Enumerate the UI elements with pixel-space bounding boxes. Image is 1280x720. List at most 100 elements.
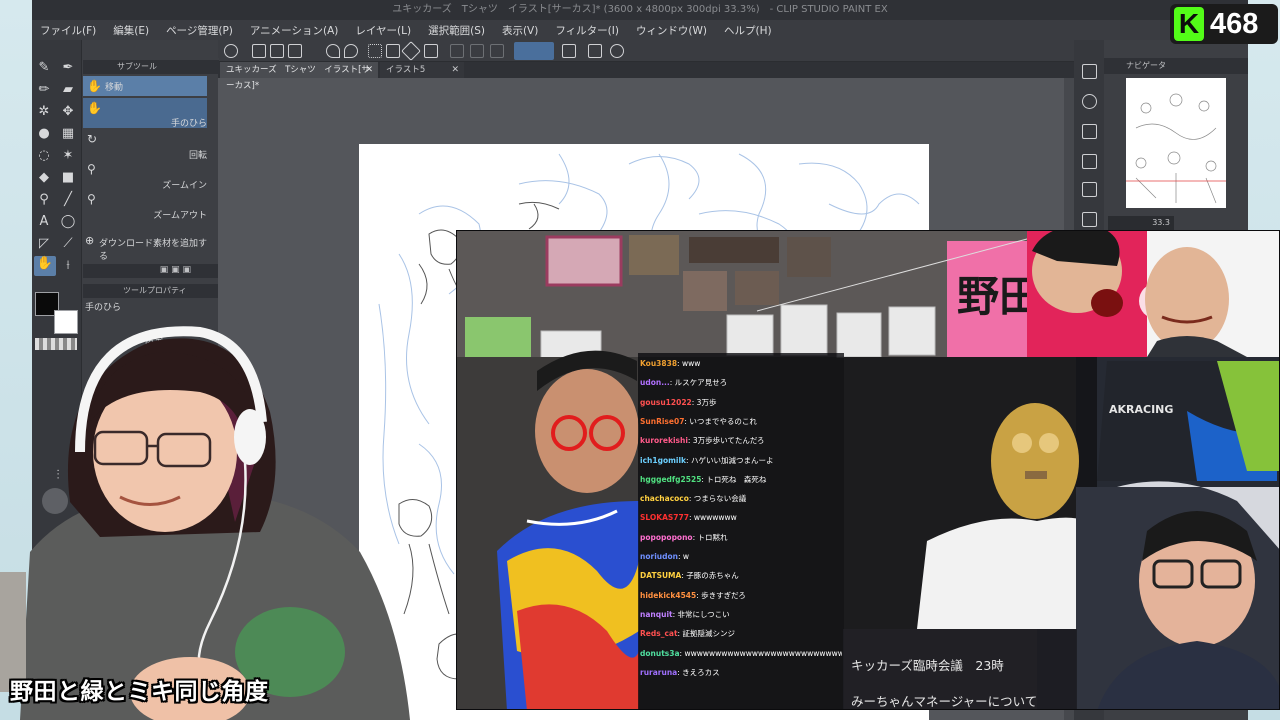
hand-icon: ✋ xyxy=(87,79,102,93)
chat-username: Kou3838 xyxy=(640,359,678,368)
magnifier-icon: ⚲ xyxy=(87,162,96,176)
menu-edit[interactable]: 編集(E) xyxy=(113,23,149,38)
panel-icon[interactable] xyxy=(1082,64,1097,79)
panel-icon[interactable] xyxy=(1082,124,1097,139)
hand-tool-icon[interactable]: ✋ xyxy=(34,256,56,276)
save-icon[interactable] xyxy=(288,44,302,58)
chat-message: udon...: ルスケア見せろ xyxy=(640,374,842,392)
command-bar xyxy=(218,40,1104,62)
chat-message: Reds_cat: 証拠隠滅シンジ xyxy=(640,625,842,643)
chat-text: : つまらない会議 xyxy=(688,494,747,504)
menu-layer[interactable]: レイヤー(L) xyxy=(355,23,411,38)
ruler-icon[interactable]: ⟋ xyxy=(60,236,76,252)
chat-message: hgggedfg2525: トロ死ね 森死ね xyxy=(640,471,842,489)
blend-icon[interactable]: ● xyxy=(36,126,52,142)
chat-text: : 子豚の赤ちゃん xyxy=(681,571,739,581)
subtool-panel-title: サブツール xyxy=(83,60,219,74)
text-icon[interactable]: A xyxy=(36,214,52,230)
chat-username: ich1gomilk xyxy=(640,455,687,465)
chat-username: gousu12022 xyxy=(640,397,692,407)
tab-tshirt-illustration[interactable]: ユキッカーズ Tシャツ イラスト[サーカス]* ✕ xyxy=(220,62,378,91)
menu-view[interactable]: 表示(V) xyxy=(502,23,538,38)
document-tabs: ユキッカーズ Tシャツ イラスト[サーカス]* ✕ イラスト5 ✕ xyxy=(218,62,1074,91)
chat-text: : ルスケア見せろ xyxy=(669,378,728,388)
frame-icon[interactable]: ◸ xyxy=(36,236,52,252)
chat-username: popopopono xyxy=(640,532,693,542)
move-layer-icon[interactable]: ✥ xyxy=(60,104,76,120)
tab-illustration5[interactable]: イラスト5 ✕ xyxy=(380,62,464,78)
undo-icon[interactable] xyxy=(326,44,340,58)
snap-toggle-group[interactable] xyxy=(514,42,554,60)
help-icon[interactable] xyxy=(610,44,624,58)
eyedropper-icon[interactable]: ⟊ xyxy=(60,258,76,274)
grid-icon[interactable]: ▦ xyxy=(60,126,76,142)
tool-property-name: 手のひら xyxy=(85,303,122,313)
clear-icon[interactable] xyxy=(386,44,400,58)
close-tab-icon[interactable]: ✕ xyxy=(365,62,373,78)
pencil-icon[interactable]: ✏ xyxy=(36,82,52,98)
subtool-zoom-out[interactable]: ⚲ ズームアウト xyxy=(83,190,207,221)
menu-filter[interactable]: フィルター(I) xyxy=(555,23,619,38)
close-tab-icon[interactable]: ✕ xyxy=(451,62,459,78)
transform-icon[interactable] xyxy=(424,44,438,58)
add-downloaded-material-button[interactable]: ⊕ ダウンロード素材を追加する xyxy=(83,234,207,262)
deselect-icon[interactable] xyxy=(450,44,464,58)
pen-icon[interactable]: ✎ xyxy=(36,60,52,76)
subtool-hand[interactable]: ✋ 手のひら xyxy=(83,98,207,129)
menu-window[interactable]: ウィンドウ(W) xyxy=(636,23,707,38)
subtool-menu-icons[interactable]: ▣ ▣ ▣ xyxy=(160,265,191,275)
fill-icon[interactable] xyxy=(401,41,421,61)
chat-text: : トロ黙れ xyxy=(692,532,728,542)
meeting-info-box: キッカーズ臨時会議 23時 みーちゃんマネージャーについて xyxy=(843,629,1077,709)
clip-studio-icon[interactable] xyxy=(224,44,238,58)
show-selection-icon[interactable] xyxy=(490,44,504,58)
chat-username: SLOKAS777 xyxy=(640,513,689,523)
subtool-move[interactable]: ✋ 移動 xyxy=(83,76,207,96)
lasso-icon[interactable]: ◌ xyxy=(36,148,52,164)
chat-text: : w xyxy=(677,552,690,561)
new-file-icon[interactable] xyxy=(252,44,266,58)
gradient-icon[interactable]: ■ xyxy=(60,170,76,186)
panel-icon[interactable] xyxy=(1082,154,1097,169)
decoration-icon[interactable]: ✲ xyxy=(36,104,52,120)
navigator-thumbnail[interactable] xyxy=(1126,78,1226,208)
navigator-zoom-field[interactable]: 33.3 xyxy=(1108,216,1174,230)
line-icon[interactable]: ╱ xyxy=(60,192,76,208)
magic-wand-icon[interactable]: ✶ xyxy=(60,148,76,164)
stream-frame: ユキッカーズ Tシャツ イラスト[サーカス]* (3600 x 4800px 3… xyxy=(0,0,1280,720)
viewer-count: 468 xyxy=(1210,8,1259,40)
magnifier-icon: ⚲ xyxy=(87,192,96,206)
invert-selection-icon[interactable] xyxy=(470,44,484,58)
fill-bucket-icon[interactable]: ◆ xyxy=(36,170,52,186)
menu-selection[interactable]: 選択範囲(S) xyxy=(428,23,485,38)
document-icon[interactable] xyxy=(588,44,602,58)
chat-message: nanquit: 非常にしつこい xyxy=(640,606,842,624)
panel-icon[interactable] xyxy=(1082,182,1097,197)
chat-text: : トロ死ね 森死ね xyxy=(701,474,767,484)
rotate-icon: ↻ xyxy=(87,132,98,146)
chat-message: hidekick4545: 歩きすぎだろ xyxy=(640,587,842,605)
chat-message: ich1gomilk: ハゲいい加減つまんーよ xyxy=(640,452,842,470)
ruler-snap-icon[interactable] xyxy=(562,44,576,58)
menu-file[interactable]: ファイル(F) xyxy=(40,23,96,38)
viewer-count-badge: K 468 xyxy=(1170,4,1278,44)
menu-page[interactable]: ページ管理(P) xyxy=(166,23,233,38)
menu-help[interactable]: ヘルプ(H) xyxy=(724,23,772,38)
chat-text: : wwwwwwwwwwwwwwwwwwwwwwwwwwwwwwwwwwwwww… xyxy=(679,648,842,658)
loading-icon[interactable] xyxy=(368,44,382,58)
chat-message: gousu12022: 3万歩 xyxy=(640,394,842,412)
open-folder-icon[interactable] xyxy=(270,44,284,58)
operation-icon[interactable]: ⚲ xyxy=(36,192,52,208)
pen-nib-icon[interactable]: ✒ xyxy=(60,60,76,76)
meeting-video-composite: 野田 AKRACING Kou3838: www udon...: ルスケア見せ… xyxy=(456,230,1280,710)
redo-icon[interactable] xyxy=(344,44,358,58)
chair-brand-text: AKRACING xyxy=(1109,403,1173,416)
balloon-icon[interactable]: ◯ xyxy=(60,214,76,230)
panel-icon[interactable] xyxy=(1082,212,1097,227)
chat-message: donuts3a: wwwwwwwwwwwwwwwwwwwwwwwwwwwwww… xyxy=(640,645,842,663)
subtool-zoom-in[interactable]: ⚲ ズームイン xyxy=(83,160,207,191)
eraser-icon[interactable]: ▰ xyxy=(60,82,76,98)
menu-animation[interactable]: アニメーション(A) xyxy=(250,23,338,38)
subtool-rotate[interactable]: ↻ 回転 xyxy=(83,130,207,161)
search-icon[interactable] xyxy=(1082,94,1097,109)
